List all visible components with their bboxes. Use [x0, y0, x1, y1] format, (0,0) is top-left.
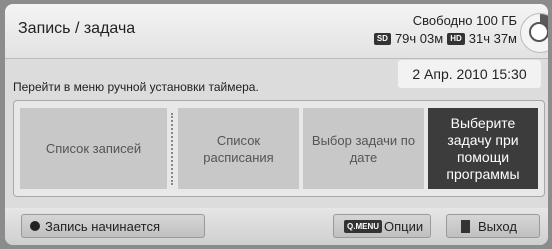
hd-time: 31ч 37м: [468, 31, 517, 46]
exit-button[interactable]: Выход: [446, 214, 540, 238]
record-icon: [30, 221, 40, 231]
free-space-label: Свободно 100 ГБ: [412, 13, 517, 28]
current-date: 2 Апр. 2010 15:30: [398, 60, 541, 88]
footer-bar: Запись начинается Q.MENU Опции Выход: [5, 208, 548, 245]
hd-badge: HD: [447, 32, 465, 45]
disk-usage-icon: [520, 13, 548, 53]
record-start-label: Запись начинается: [45, 218, 160, 234]
recording-times: SD 79ч 03м HD 31ч 37м: [373, 31, 517, 46]
record-start-button[interactable]: Запись начинается: [21, 214, 205, 238]
exit-icon: [461, 219, 470, 233]
menu-item-recordings[interactable]: Список записей: [20, 108, 167, 189]
page-title: Запись / задача: [18, 20, 136, 37]
options-label: Опции: [384, 218, 424, 234]
exit-label: Выход: [478, 218, 517, 234]
screen-frame: Запись / задача Свободно 100 ГБ SD 79ч 0…: [0, 0, 552, 249]
menu-item-by-date[interactable]: Выбор задачи по дате: [303, 108, 424, 189]
qmenu-icon: Q.MENU: [344, 219, 382, 233]
hint-text: Перейти в меню ручной установки таймера.: [13, 80, 259, 94]
task-menu: Список записей Список расписания Выбор з…: [13, 100, 545, 197]
disk-hole: [529, 22, 548, 42]
sd-badge: SD: [373, 32, 391, 45]
menu-item-by-program[interactable]: Выберите задачу при помощи программы: [428, 108, 538, 189]
record-task-window: Запись / задача Свободно 100 ГБ SD 79ч 0…: [5, 4, 548, 245]
sd-time: 79ч 03м: [394, 31, 444, 46]
options-button[interactable]: Q.MENU Опции: [333, 214, 431, 238]
menu-divider: [171, 113, 173, 185]
window-header: Запись / задача Свободно 100 ГБ SD 79ч 0…: [5, 4, 548, 59]
menu-item-schedule[interactable]: Список расписания: [178, 108, 299, 189]
